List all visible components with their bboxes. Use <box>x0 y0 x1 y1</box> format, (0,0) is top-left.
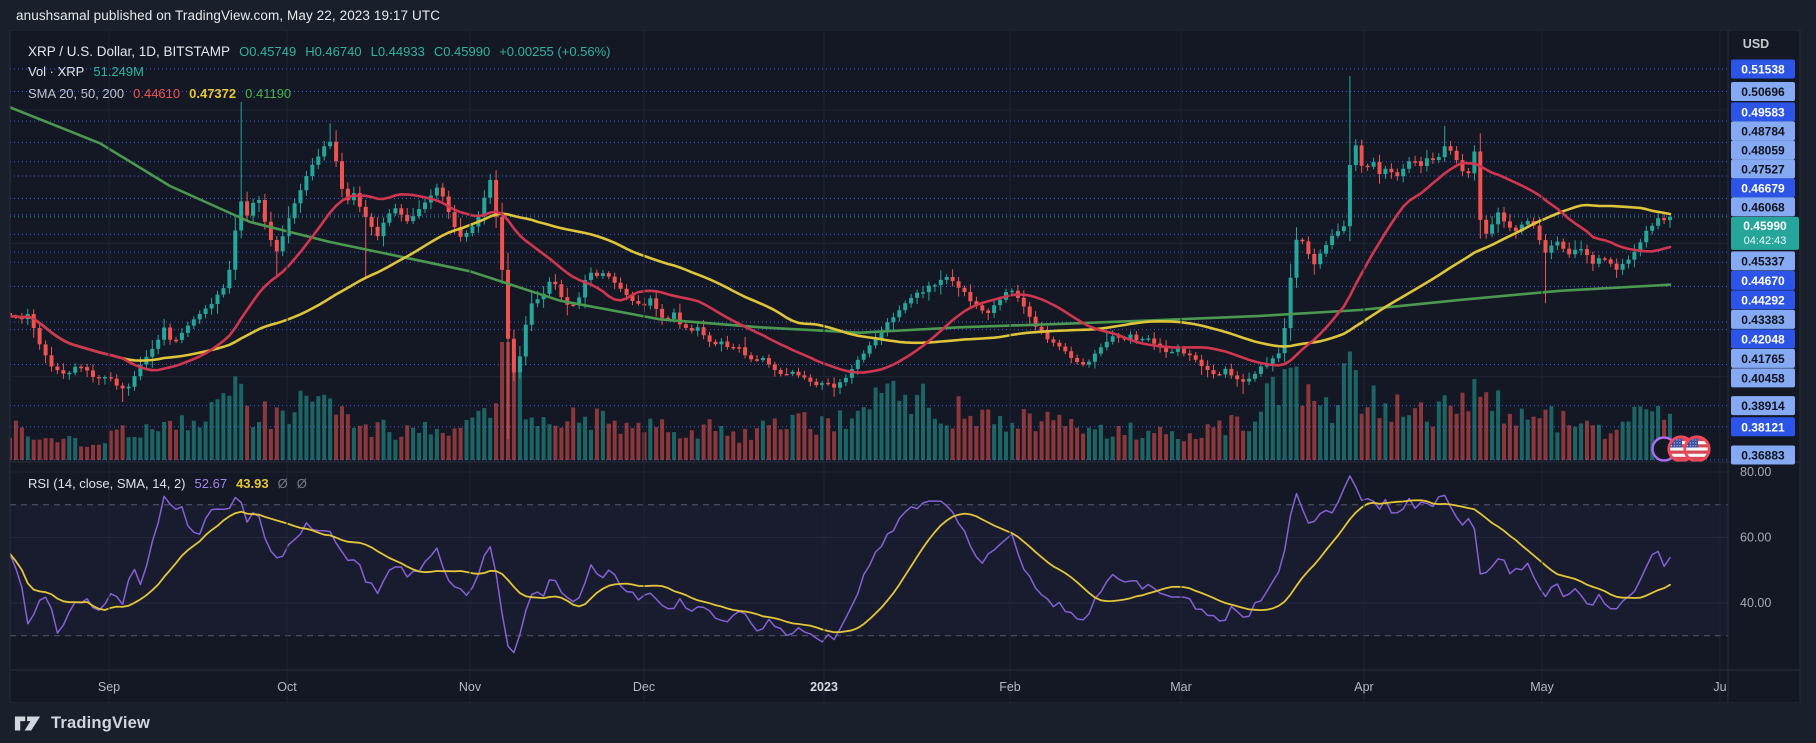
svg-text:0.44670: 0.44670 <box>1741 274 1785 288</box>
symbol-title: XRP / U.S. Dollar, 1D, BITSTAMP <box>28 44 230 59</box>
sma200-value: 0.41190 <box>245 86 291 101</box>
sma20-value: 0.44610 <box>133 86 180 101</box>
price-level-chip: 0.46679 <box>1731 178 1795 197</box>
change-value: +0.00255 (+0.56%) <box>499 44 610 59</box>
svg-text:04:42:43: 04:42:43 <box>1744 235 1787 247</box>
svg-text:0.40458: 0.40458 <box>1741 371 1785 385</box>
svg-text:0.48784: 0.48784 <box>1741 124 1785 138</box>
price-level-chip: 0.38121 <box>1731 417 1795 436</box>
rsi-value: 52.67 <box>195 476 228 491</box>
rsi-label: RSI (14, close, SMA, 14, 2) <box>28 476 186 491</box>
header-bar: anushsamal published on TradingView.com,… <box>0 0 1816 30</box>
symbol-legend-row[interactable]: XRP / U.S. Dollar, 1D, BITSTAMP O0.45749… <box>28 44 611 59</box>
price-level-chip: 0.40458 <box>1731 368 1795 387</box>
rsi-empty-value-2: Ø <box>297 476 307 491</box>
price-level-chip: 0.47527 <box>1731 159 1795 178</box>
price-level-chip: 0.36883 <box>1731 446 1795 465</box>
volume-label: Vol · XRP <box>28 64 84 79</box>
svg-text:40.00: 40.00 <box>1740 596 1771 610</box>
svg-text:May: May <box>1530 680 1554 694</box>
rsi-ma-value: 43.93 <box>236 476 269 491</box>
svg-text:60.00: 60.00 <box>1740 531 1771 545</box>
attribution-text: anushsamal published on TradingView.com,… <box>16 8 440 23</box>
svg-text:0.41765: 0.41765 <box>1741 352 1785 366</box>
svg-text:Mar: Mar <box>1170 680 1192 694</box>
svg-text:0.45337: 0.45337 <box>1741 254 1785 268</box>
svg-text:USD: USD <box>1743 37 1769 51</box>
svg-text:0.36883: 0.36883 <box>1741 449 1785 463</box>
svg-text:0.47527: 0.47527 <box>1741 162 1785 176</box>
price-level-chip: 0.42048 <box>1731 329 1795 348</box>
svg-text:0.50696: 0.50696 <box>1741 85 1785 99</box>
tradingview-brand-text[interactable]: TradingView <box>51 714 150 733</box>
chart-canvas[interactable]: USD 0.51538 0.50696 0.49583 0.48784 0.48059 0.… <box>0 0 1816 743</box>
price-level-chip: 0.43383 <box>1731 310 1795 329</box>
price-level-chip: 0.49583 <box>1731 102 1795 121</box>
svg-text:Ju: Ju <box>1713 680 1726 694</box>
current-price-chip: 0.45990 04:42:43 <box>1731 217 1799 250</box>
volume-legend-row[interactable]: Vol · XRP 51.249M <box>28 64 144 79</box>
sma50-value: 0.47372 <box>189 86 236 101</box>
svg-text:Feb: Feb <box>999 680 1021 694</box>
sma-label: SMA 20, 50, 200 <box>28 86 124 101</box>
svg-text:Apr: Apr <box>1354 680 1373 694</box>
svg-text:0.46068: 0.46068 <box>1741 200 1785 214</box>
price-level-chip: 0.44292 <box>1731 290 1795 309</box>
svg-text:Sep: Sep <box>98 680 120 694</box>
price-level-chip: 0.44670 <box>1731 271 1795 290</box>
svg-text:2023: 2023 <box>810 680 838 694</box>
tradingview-published-chart: USD 0.51538 0.50696 0.49583 0.48784 0.48059 0.… <box>0 0 1816 743</box>
svg-text:0.46679: 0.46679 <box>1741 181 1785 195</box>
rsi-legend-row[interactable]: RSI (14, close, SMA, 14, 2) 52.67 43.93 … <box>28 476 307 491</box>
ohlc-high: H0.46740 <box>305 44 361 59</box>
volume-value: 51.249M <box>93 64 144 79</box>
price-level-chip: 0.38914 <box>1731 396 1795 415</box>
footer-bar: TradingView <box>0 703 1816 743</box>
price-level-chip: 0.46068 <box>1731 197 1795 216</box>
price-level-chip: 0.51538 <box>1731 59 1795 78</box>
ohlc-low: L0.44933 <box>371 44 425 59</box>
svg-text:0.44292: 0.44292 <box>1741 293 1785 307</box>
rsi-empty-value-1: Ø <box>278 476 288 491</box>
svg-text:Nov: Nov <box>459 680 482 694</box>
svg-text:Dec: Dec <box>633 680 655 694</box>
sma-legend-row[interactable]: SMA 20, 50, 200 0.44610 0.47372 0.41190 <box>28 86 291 101</box>
tradingview-logo-icon[interactable] <box>14 715 42 732</box>
svg-text:0.49583: 0.49583 <box>1741 105 1785 119</box>
svg-text:0.43383: 0.43383 <box>1741 313 1785 327</box>
price-level-chip: 0.41765 <box>1731 349 1795 368</box>
svg-text:0.42048: 0.42048 <box>1741 332 1785 346</box>
price-level-chip: 0.50696 <box>1731 82 1795 101</box>
price-level-chip: 0.48059 <box>1731 140 1795 159</box>
svg-text:0.45990: 0.45990 <box>1743 219 1787 233</box>
ohlc-open: O0.45749 <box>239 44 296 59</box>
svg-text:0.51538: 0.51538 <box>1741 62 1785 76</box>
svg-text:0.38914: 0.38914 <box>1741 399 1785 413</box>
price-level-chip: 0.45337 <box>1731 251 1795 270</box>
price-level-chip: 0.48784 <box>1731 121 1795 140</box>
svg-text:0.38121: 0.38121 <box>1741 420 1785 434</box>
ohlc-close: C0.45990 <box>434 44 490 59</box>
svg-text:Oct: Oct <box>277 680 297 694</box>
svg-text:80.00: 80.00 <box>1740 465 1771 479</box>
event-icon-us-flag[interactable] <box>1685 437 1709 461</box>
svg-text:0.48059: 0.48059 <box>1741 143 1785 157</box>
